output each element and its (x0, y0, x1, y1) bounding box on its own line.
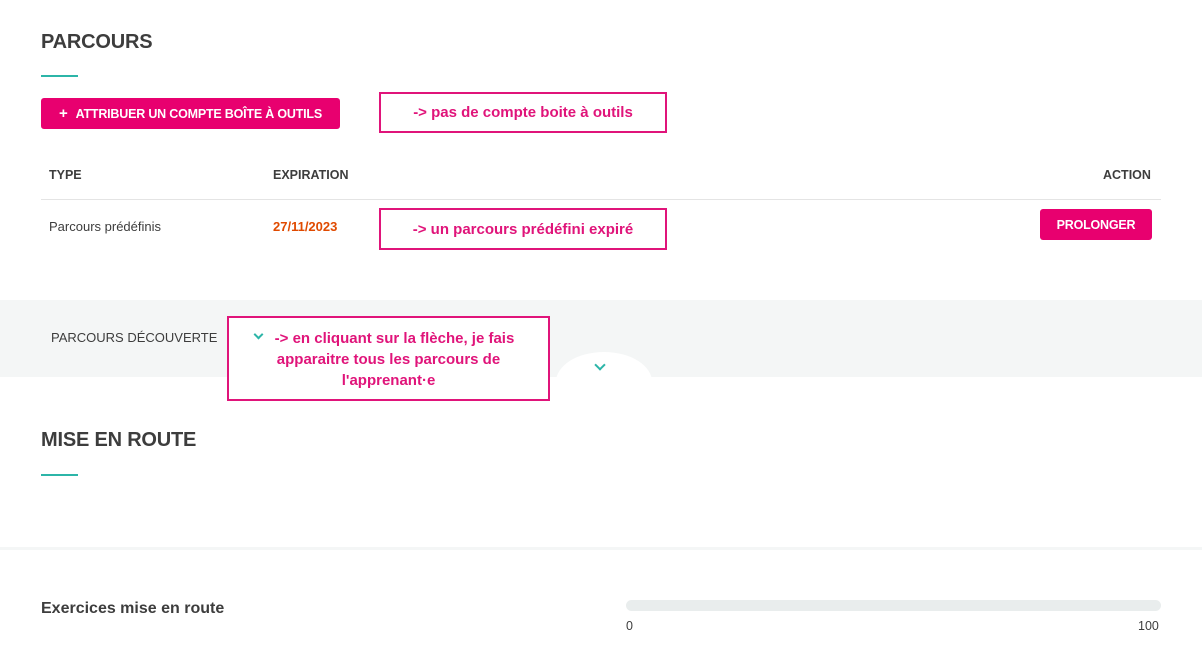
discovery-path-label: PARCOURS DÉCOUVERTE (51, 330, 218, 345)
annotation-expired-path: -> un parcours prédéfini expiré (379, 208, 667, 250)
mise-en-route-title-underline (41, 474, 78, 476)
annotation-expand-line-1: -> en cliquant sur la flèche, je fais (274, 330, 515, 347)
assign-toolbox-account-button[interactable]: + ATTRIBUER UN COMPTE BOÎTE À OUTILS (41, 98, 340, 129)
annotation-expand-line-3: l'apprenant·e (341, 372, 436, 389)
table-header-divider (41, 199, 1161, 200)
extend-button[interactable]: PROLONGER (1040, 209, 1152, 240)
annotation-no-toolbox-account: -> pas de compte boite à outils (379, 92, 667, 133)
parcours-title-underline (41, 75, 78, 77)
parcours-title: PARCOURS (41, 31, 153, 53)
column-header-type: TYPE (49, 168, 82, 182)
row-expiration-date: 27/11/2023 (273, 219, 338, 234)
column-header-action: ACTION (1103, 168, 1151, 182)
assign-toolbox-account-label: ATTRIBUER UN COMPTE BOÎTE À OUTILS (75, 106, 323, 121)
chevron-down-icon (253, 329, 264, 340)
progress-max-label: 100 (1138, 619, 1159, 633)
mise-en-route-title: MISE EN ROUTE (41, 429, 197, 451)
exercise-label: Exercices mise en route (41, 600, 225, 617)
column-header-expiration: EXPIRATION (273, 168, 349, 182)
progress-min-label: 0 (626, 619, 633, 633)
section-separator (0, 547, 1202, 550)
row-type-cell: Parcours prédéfinis (49, 219, 161, 234)
plus-icon: + (59, 105, 68, 122)
annotation-expand-arrow: -> en cliquant sur la flèche, je fais ap… (227, 316, 550, 401)
exercise-progress-bar (626, 600, 1161, 611)
annotation-expand-line-2: apparaitre tous les parcours de (276, 351, 501, 368)
